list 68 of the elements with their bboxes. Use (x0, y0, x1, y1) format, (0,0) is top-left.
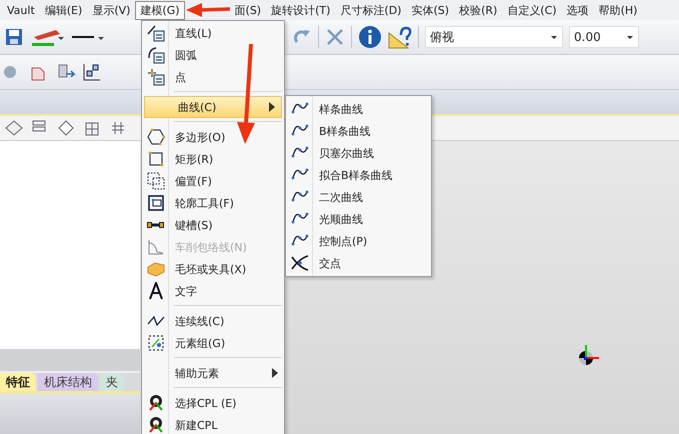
menu-bar-item[interactable]: 自定义(C) (502, 0, 562, 20)
diamond-check-icon[interactable] (4, 118, 24, 138)
menu-item[interactable]: 连续线(C) (142, 310, 284, 332)
menu-bar-item[interactable]: 旋转设计(T) (266, 0, 336, 20)
panel-tab[interactable]: 机床结构 (38, 373, 98, 391)
menu-bar-item[interactable]: 校验(R) (454, 0, 502, 20)
color-brush-icon[interactable] (30, 27, 64, 47)
menu-item[interactable]: 多边形(O) (142, 126, 284, 148)
menu-item[interactable]: 控制点(P) (286, 230, 431, 252)
menu-bar-item[interactable]: Vault (2, 2, 40, 18)
menu-bar-item[interactable]: 实体(S) (406, 0, 454, 20)
caret-icon (550, 33, 558, 41)
menu-bar-item[interactable]: 面(S) (230, 0, 266, 20)
menu-item[interactable]: 光顺曲线 (286, 208, 431, 230)
intersection-icon (290, 254, 308, 272)
menu-item[interactable]: 矩形(R) (142, 148, 284, 170)
cubes-icon[interactable] (82, 62, 102, 82)
text-icon (146, 282, 164, 300)
panel-tab[interactable]: 特征 (0, 373, 36, 391)
line-icon (146, 24, 164, 42)
menu-item[interactable]: 直线(L) (142, 22, 284, 44)
menu-item[interactable]: 圆弧 (142, 44, 284, 66)
menu-bar-item[interactable]: 显示(V) (87, 0, 136, 20)
annotation-arrow (186, 3, 230, 17)
diamond-icon[interactable] (56, 118, 76, 138)
submenu-arrow-icon (272, 368, 278, 378)
panel-tab[interactable]: 夹 (100, 373, 124, 391)
menu-item[interactable]: 选择CPL (E) (142, 392, 284, 414)
turning-profile-icon (146, 238, 164, 256)
info-icon[interactable] (358, 25, 382, 49)
menu-bar-item[interactable]: 编辑(E) (40, 0, 88, 20)
menu-item[interactable]: 元素组(G) (142, 332, 284, 354)
group-icon (146, 334, 164, 352)
menu-bar-item[interactable]: 帮助(H) (594, 0, 642, 20)
menu-item[interactable]: 曲线(C) (144, 96, 282, 118)
menu-item[interactable]: 拟合B样条曲线 (286, 164, 431, 186)
menu-item[interactable]: 贝塞尔曲线 (286, 142, 431, 164)
menu-item[interactable]: 毛坯或夹具(X) (142, 258, 284, 280)
slot-icon (147, 222, 164, 228)
menu-item[interactable]: 文字 (142, 280, 284, 302)
menu-item[interactable]: 二次曲线 (286, 186, 431, 208)
menu-item[interactable]: 轮廓工具(F) (142, 192, 284, 214)
arc-icon (146, 46, 164, 64)
caret-icon (626, 33, 634, 41)
offset-icon (146, 172, 164, 190)
view-dropdown[interactable]: 俯视 (425, 26, 563, 48)
menu-bar-item[interactable]: 尺寸标注(D) (335, 0, 406, 20)
submenu-arrow-icon (269, 102, 275, 112)
menu-item[interactable]: 辅助元素 (142, 362, 284, 384)
contour-icon (146, 194, 164, 212)
coordinate-plane-icon (146, 394, 164, 412)
block-icon (146, 260, 164, 278)
delete-icon[interactable] (325, 27, 345, 47)
save-icon[interactable] (4, 27, 24, 47)
menu-item[interactable]: 样条曲线 (286, 98, 431, 120)
point-icon (146, 68, 164, 86)
menu-item[interactable]: 键槽(S) (142, 214, 284, 236)
ruler-help-icon[interactable] (388, 25, 412, 49)
menu-bar-item[interactable]: 建模(G) (135, 0, 185, 20)
polygon-icon (146, 128, 164, 146)
menu-item[interactable]: 新建CPL (142, 414, 284, 434)
menu-item[interactable]: B样条曲线 (286, 120, 431, 142)
menu-item[interactable]: 交点 (286, 252, 431, 274)
menu-item[interactable]: 点 (142, 66, 284, 88)
menu-item[interactable]: 偏置(F) (142, 170, 284, 192)
value-dropdown[interactable]: 0.00 (569, 26, 639, 48)
menu-bar-item[interactable]: 选项 (562, 0, 594, 20)
rectangle-icon (146, 150, 164, 168)
